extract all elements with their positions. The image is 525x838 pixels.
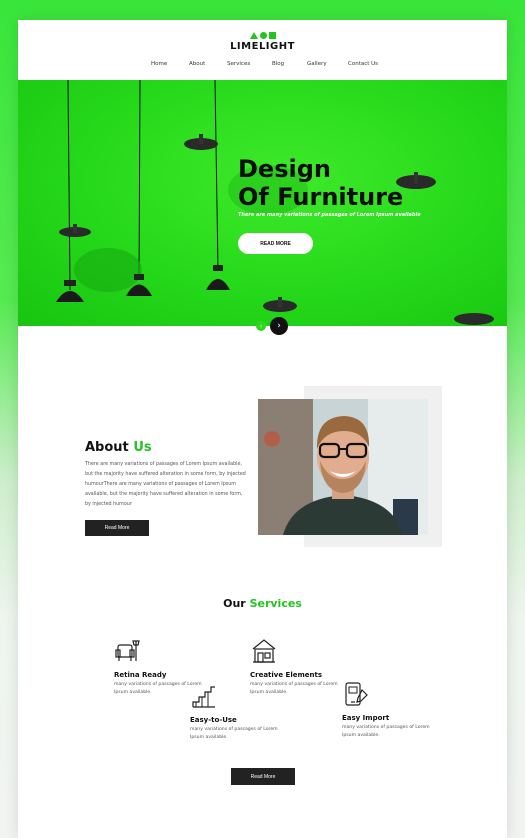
- services-title-accent: Services: [249, 597, 302, 610]
- logo-shapes-icon: [18, 31, 507, 39]
- service-name: Retina Ready: [114, 671, 167, 679]
- about-photo: [258, 399, 428, 535]
- about-title: About Us: [85, 440, 152, 455]
- nav-item-gallery[interactable]: Gallery: [307, 61, 327, 67]
- armchair-icon: [115, 640, 140, 661]
- service-name: Easy-to-Use: [190, 716, 237, 724]
- nav-item-contact[interactable]: Contact Us: [348, 61, 378, 67]
- chevron-right-icon[interactable]: ›: [270, 317, 288, 335]
- website-page: LIMELIGHT Home About Services Blog Galle…: [18, 20, 507, 838]
- mobile-edit-icon: [345, 682, 368, 706]
- nav-item-services[interactable]: Services: [227, 61, 250, 67]
- services-read-more-button[interactable]: Read More: [231, 768, 295, 785]
- logo-text: LIMELIGHT: [230, 41, 295, 52]
- store-icon: [252, 639, 276, 663]
- smiling-man-portrait-image: [258, 399, 428, 535]
- stairs-icon: [192, 686, 215, 708]
- service-desc: many variations of passages of Lorem Ips…: [190, 727, 278, 740]
- hero-title: Design Of Furniture: [238, 155, 403, 211]
- service-item-easy-import: Easy Import many variations of passages …: [342, 680, 432, 740]
- hero-title-line1: Design: [238, 155, 331, 183]
- nav-item-home[interactable]: Home: [151, 61, 167, 67]
- hero-banner: Design Of Furniture There are many varia…: [18, 80, 507, 326]
- logo[interactable]: LIMELIGHT: [18, 31, 507, 52]
- service-item-easy-to-use: Easy-to-Use many variations of passages …: [190, 682, 280, 742]
- services-title-main: Our: [223, 597, 246, 610]
- hero-read-more-button[interactable]: READ MORE: [238, 233, 313, 254]
- nav-item-about[interactable]: About: [189, 61, 205, 67]
- hero-subtitle: There are many variations of passages of…: [238, 212, 421, 218]
- about-title-main: About: [85, 440, 129, 455]
- about-body-text: There are many variations of passages of…: [85, 462, 246, 507]
- slider-controls: ‹ ›: [256, 317, 288, 335]
- site-header: LIMELIGHT Home About Services Blog Galle…: [18, 20, 507, 80]
- chevron-left-icon[interactable]: ‹: [256, 321, 266, 331]
- main-nav: Home About Services Blog Gallery Contact…: [18, 61, 507, 75]
- service-name: Easy Import: [342, 714, 390, 722]
- hero-title-line2: Of Furniture: [238, 183, 404, 211]
- service-desc: many variations of passages of Lorem Ips…: [342, 725, 430, 738]
- services-title: Our Services: [18, 597, 507, 610]
- about-title-accent: Us: [133, 440, 152, 455]
- about-read-more-button[interactable]: Read More: [85, 520, 149, 536]
- nav-item-blog[interactable]: Blog: [272, 61, 284, 67]
- service-name: Creative Elements: [250, 671, 323, 679]
